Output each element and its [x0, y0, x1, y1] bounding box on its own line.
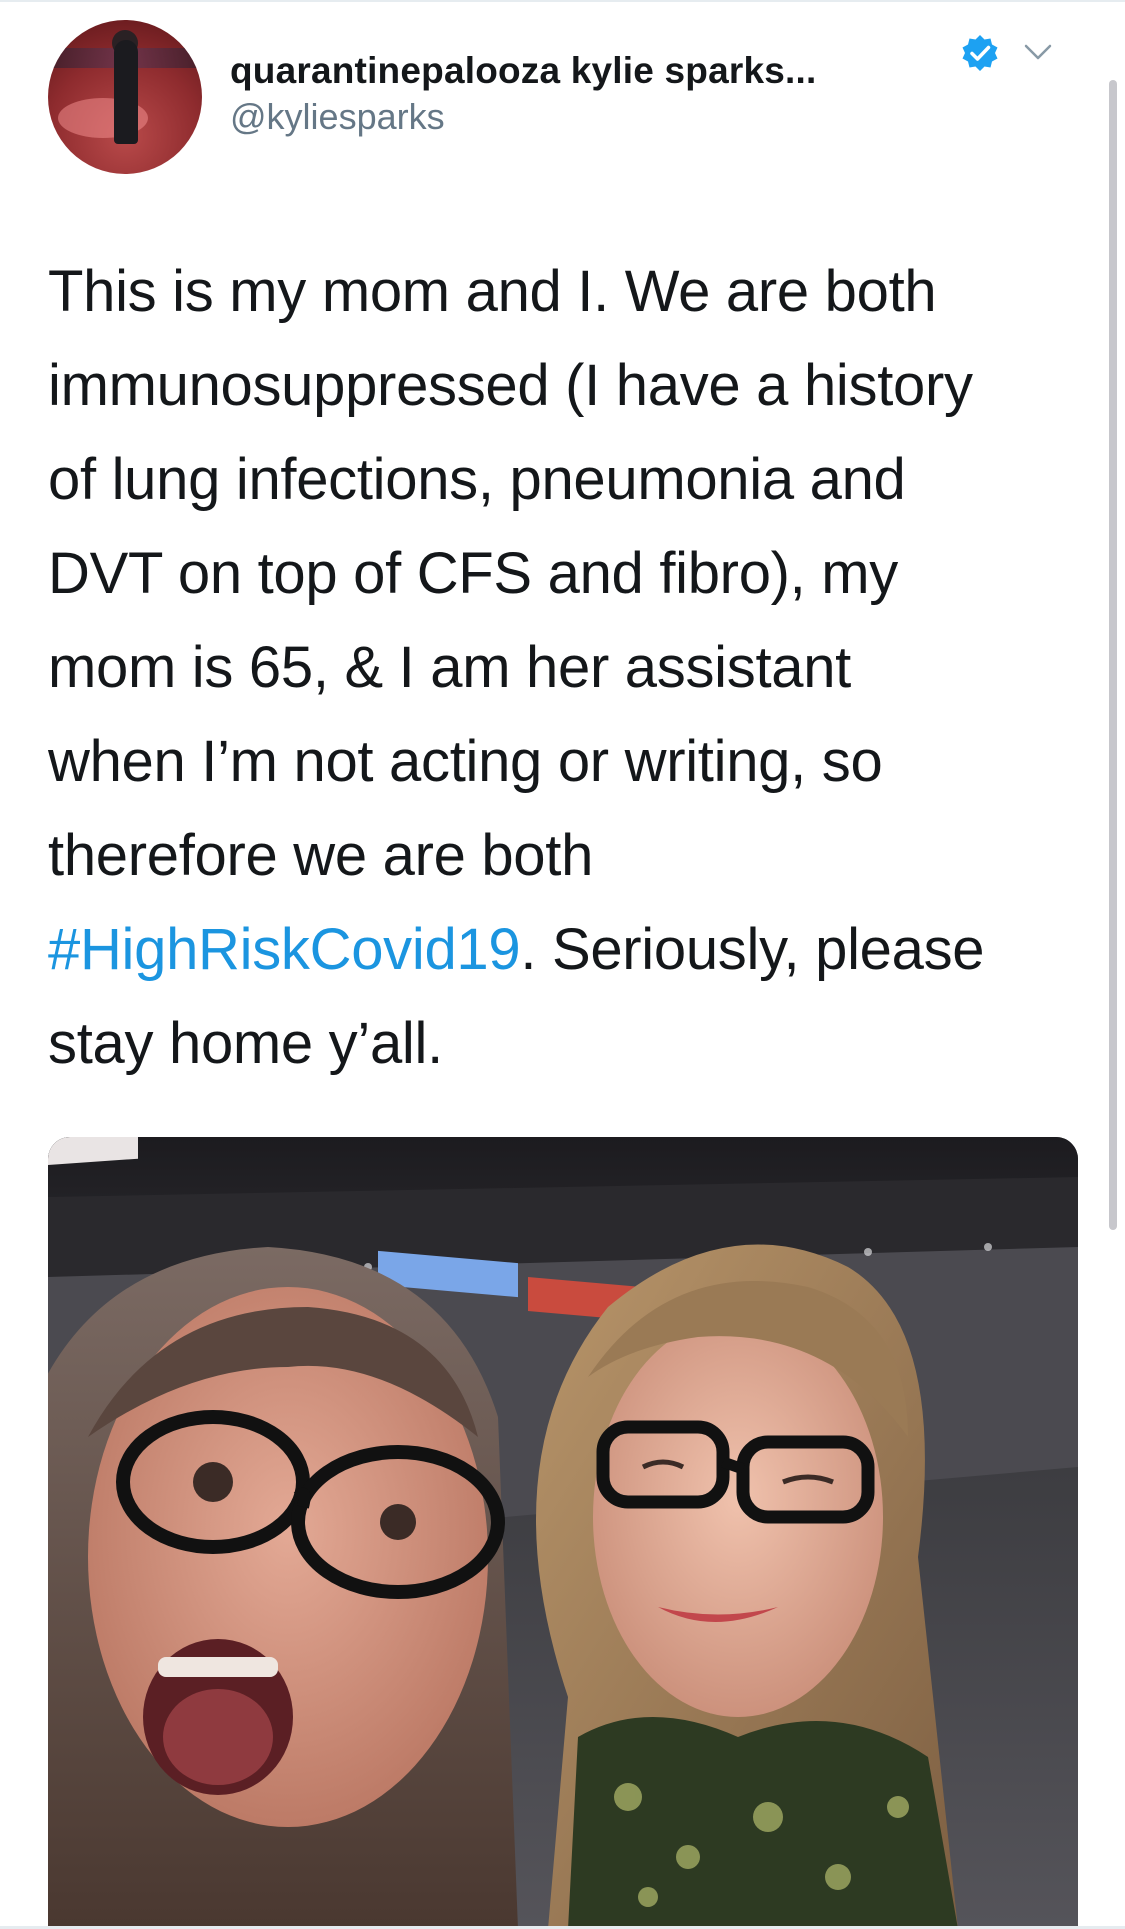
tweet-line: mom is 65, & I am her assistant	[48, 635, 851, 700]
person-right	[536, 1244, 958, 1929]
tweet-line: of lung infections, pneumonia and	[48, 447, 906, 512]
user-names[interactable]: quarantinepalooza kylie sparks... @kylie…	[230, 50, 816, 138]
hashtag-link[interactable]: #HighRiskCovid19	[48, 917, 521, 982]
avatar-person	[114, 40, 138, 144]
tweet-line: stay home y’all.	[48, 1011, 443, 1076]
tweet-photo[interactable]	[48, 1137, 1078, 1929]
tweet-text-after-hashtag: . Seriously, please	[520, 917, 985, 982]
user-handle[interactable]: @kyliesparks	[230, 96, 816, 138]
tweet-line: DVT on top of CFS and fibro), my	[48, 541, 899, 606]
verified-badge-icon	[961, 34, 999, 72]
display-name[interactable]: quarantinepalooza kylie sparks...	[230, 50, 816, 92]
tweet-line: immunosuppressed (I have a history	[48, 353, 973, 418]
tweet-line-with-hashtag: #HighRiskCovid19. Seriously, please	[48, 903, 1078, 997]
tweet-header: quarantinepalooza kylie sparks... @kylie…	[48, 18, 1078, 178]
person-left	[48, 1247, 518, 1929]
scrollbar[interactable]	[1109, 80, 1117, 1230]
tweet-line: therefore we are both	[48, 823, 594, 888]
chevron-down-icon[interactable]	[1023, 40, 1053, 64]
tweet-line: when I’m not acting or writing, so	[48, 729, 883, 794]
top-divider	[0, 0, 1125, 2]
tweet-line: This is my mom and I. We are both	[48, 259, 937, 324]
avatar[interactable]	[48, 20, 202, 174]
tweet-text: This is my mom and I. We are both immuno…	[48, 245, 1078, 1091]
